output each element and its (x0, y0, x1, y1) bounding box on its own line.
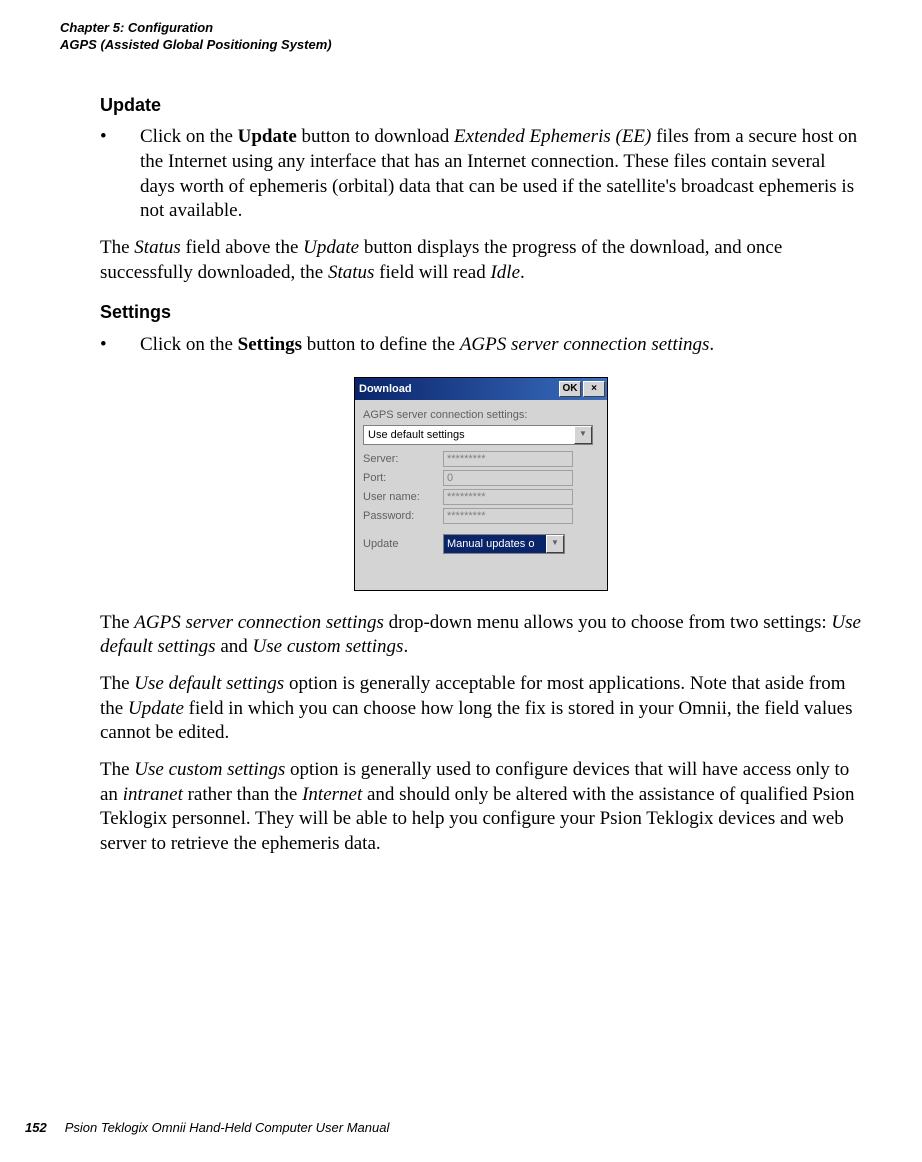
update-label: Update (363, 537, 443, 551)
page-number: 152 (25, 1120, 47, 1135)
bullet-update: • Click on the Update button to download… (100, 125, 862, 224)
heading-settings: Settings (100, 301, 862, 324)
chevron-down-icon[interactable]: ▼ (574, 426, 592, 444)
bullet-marker: • (100, 125, 140, 224)
connection-settings-dropdown[interactable]: Use default settings ▼ (363, 425, 593, 445)
footer-text: Psion Teklogix Omnii Hand-Held Computer … (65, 1120, 390, 1135)
para-status: The Status field above the Update button… (100, 236, 862, 285)
update-dropdown-value: Manual updates o (444, 535, 546, 553)
bullet-text: Click on the Update button to download E… (140, 125, 862, 224)
dropdown-value: Use default settings (364, 426, 574, 444)
port-row: Port: 0 (363, 470, 599, 486)
header-section: AGPS (Assisted Global Positioning System… (60, 37, 862, 54)
password-label: Password: (363, 509, 443, 523)
main-content: Update • Click on the Update button to d… (100, 94, 862, 857)
username-label: User name: (363, 490, 443, 504)
dialog-body: AGPS server connection settings: Use def… (355, 400, 607, 589)
dialog-titlebar: Download OK × (355, 378, 607, 400)
ok-button[interactable]: OK (559, 381, 581, 397)
update-dropdown[interactable]: Manual updates o ▼ (443, 534, 565, 554)
para-agps-settings: The AGPS server connection settings drop… (100, 611, 862, 660)
port-label: Port: (363, 471, 443, 485)
server-label: Server: (363, 452, 443, 466)
username-input: ********* (443, 489, 573, 505)
server-input: ********* (443, 451, 573, 467)
para-custom-settings: The Use custom settings option is genera… (100, 758, 862, 857)
password-row: Password: ********* (363, 508, 599, 524)
header-chapter: Chapter 5: Configuration (60, 20, 862, 37)
password-input: ********* (443, 508, 573, 524)
connection-settings-label: AGPS server connection settings: (363, 408, 599, 422)
page-footer: 152 Psion Teklogix Omnii Hand-Held Comput… (25, 1120, 389, 1137)
para-default-settings: The Use default settings option is gener… (100, 672, 862, 746)
update-row: Update Manual updates o ▼ (363, 534, 599, 554)
port-input: 0 (443, 470, 573, 486)
bullet-settings: • Click on the Settings button to define… (100, 333, 862, 358)
download-dialog: Download OK × AGPS server connection set… (354, 377, 608, 590)
dialog-screenshot: Download OK × AGPS server connection set… (100, 377, 862, 590)
dialog-title: Download (359, 382, 557, 396)
bullet-marker: • (100, 333, 140, 358)
server-row: Server: ********* (363, 451, 599, 467)
username-row: User name: ********* (363, 489, 599, 505)
chevron-down-icon[interactable]: ▼ (546, 535, 564, 553)
close-button[interactable]: × (583, 381, 605, 397)
page-header: Chapter 5: Configuration AGPS (Assisted … (60, 20, 862, 54)
bullet-text: Click on the Settings button to define t… (140, 333, 862, 358)
heading-update: Update (100, 94, 862, 117)
